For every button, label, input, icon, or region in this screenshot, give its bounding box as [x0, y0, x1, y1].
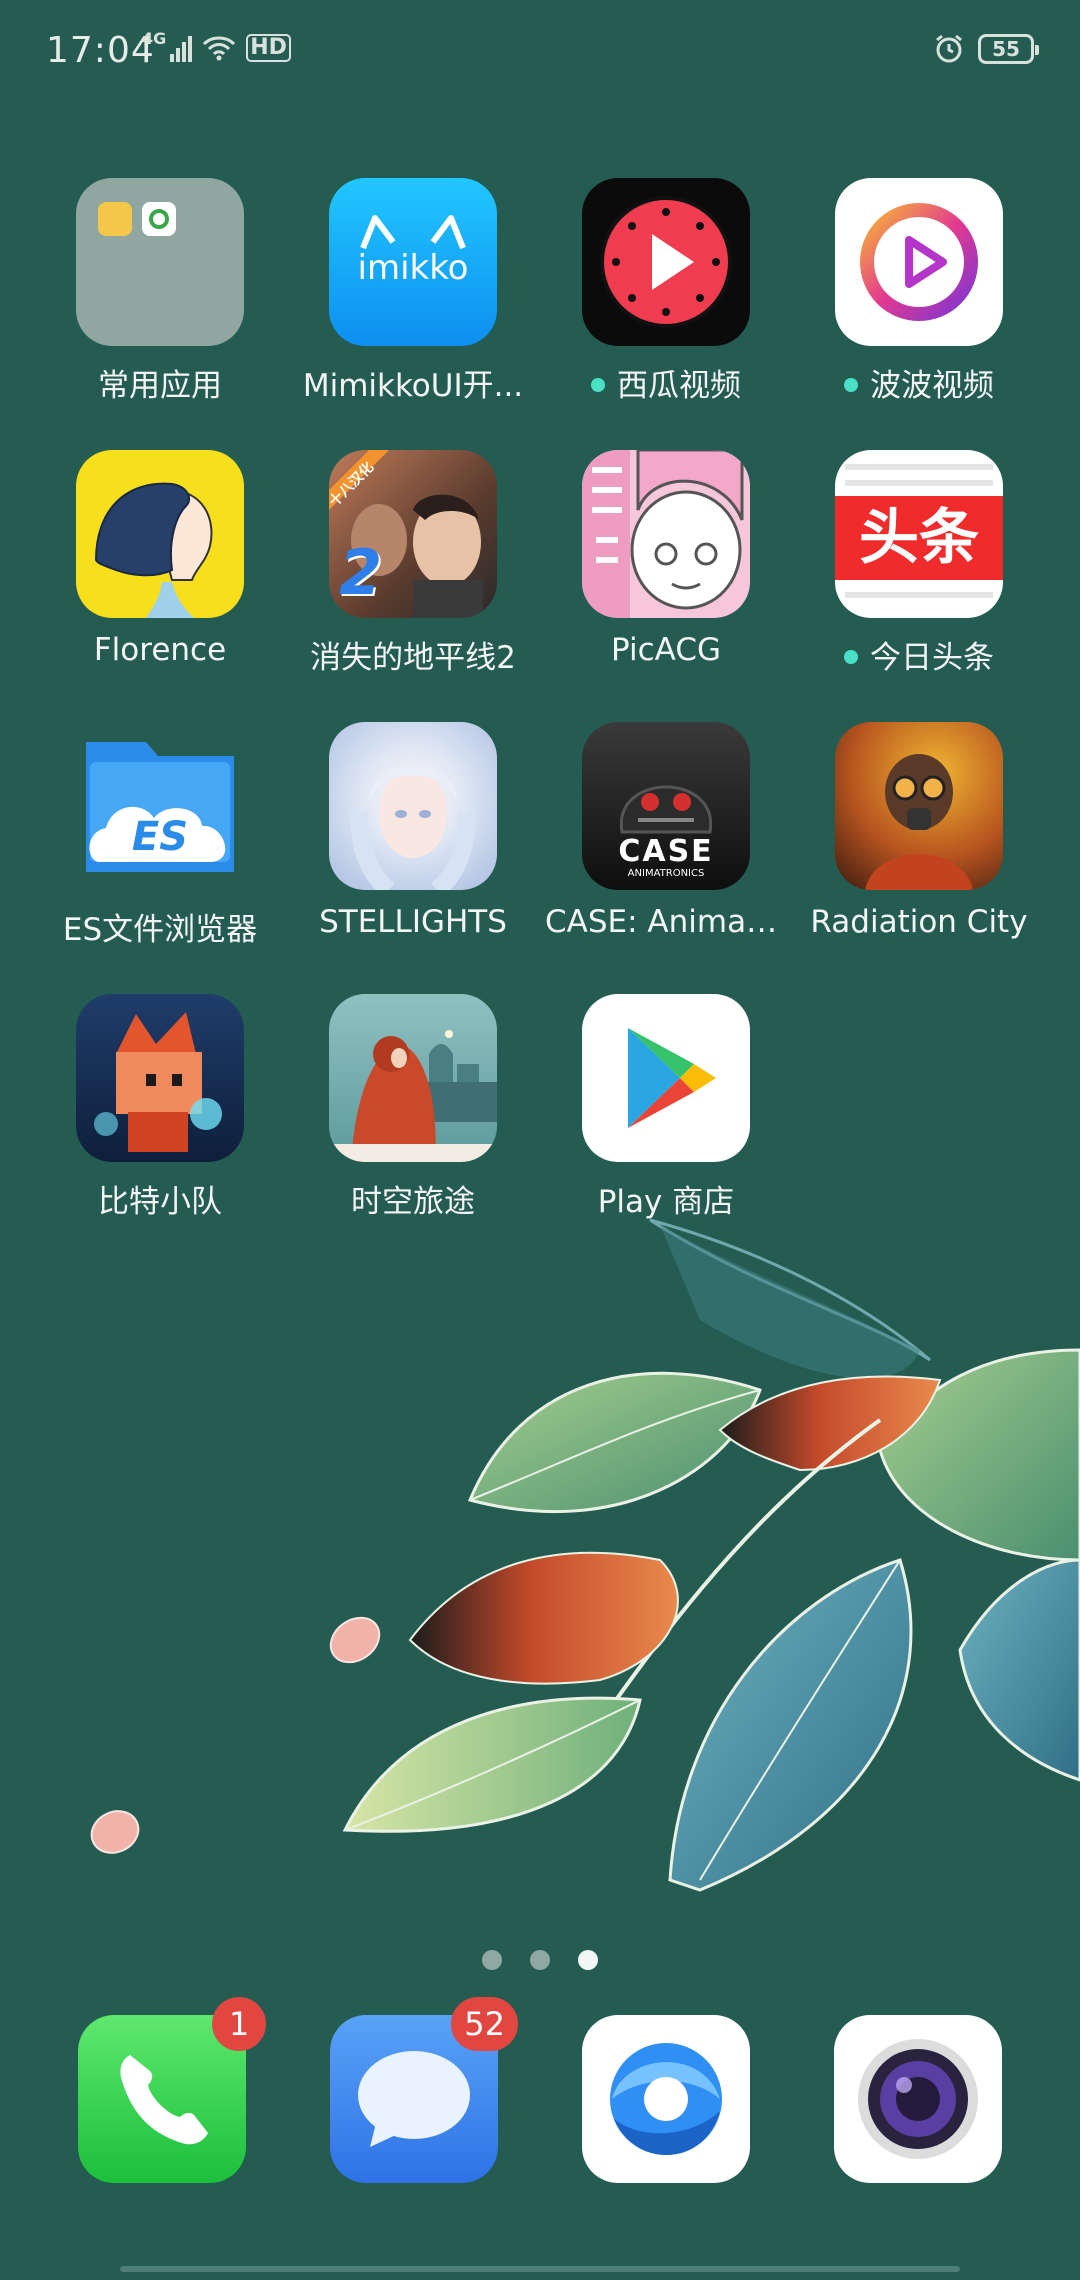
- app-bobo-video[interactable]: 波波视频: [794, 178, 1044, 405]
- mimikko-icon: imikko: [329, 178, 497, 346]
- app-case-animatronics[interactable]: CASE ANIMATRONICS CASE: Animatr...: [541, 722, 791, 940]
- app-label: Florence: [93, 632, 227, 668]
- app-mimikko[interactable]: imikko MimikkoUI开...: [288, 178, 538, 405]
- unread-messages-badge: 52: [451, 1997, 518, 2051]
- toutiao-logo-text: 头条: [859, 503, 979, 573]
- gesture-navigation-bar[interactable]: [120, 2266, 960, 2272]
- app-bit-squad[interactable]: 比特小队: [35, 994, 285, 1221]
- battery-level: 55: [992, 37, 1020, 61]
- app-radiation-city[interactable]: Radiation City: [794, 722, 1044, 940]
- page-indicator: [0, 1950, 1080, 1970]
- page-dot-2[interactable]: [530, 1950, 550, 1970]
- page-dot-3-active[interactable]: [578, 1950, 598, 1970]
- network-type-icon: 4G: [142, 28, 167, 48]
- app-label: 时空旅途: [351, 1184, 475, 1220]
- app-label-text: 波波视频: [870, 368, 994, 404]
- lost-horizon-2-icon: 十八汉化 2: [329, 450, 497, 618]
- app-common-apps-folder[interactable]: 常用应用: [35, 178, 285, 405]
- play-store-icon: [582, 994, 750, 1162]
- app-label: 消失的地平线2: [310, 640, 516, 676]
- app-label: Radiation City: [810, 904, 1028, 940]
- folder-icon: [76, 178, 244, 346]
- app-stellights[interactable]: STELLIGHTS: [288, 722, 538, 940]
- app-label: MimikkoUI开...: [302, 368, 524, 404]
- time-journey-icon: [329, 994, 497, 1162]
- case-animatronics-icon: CASE ANIMATRONICS: [582, 722, 750, 890]
- hd-icon: HD: [246, 34, 291, 62]
- mimikko-logo-text: imikko: [357, 248, 469, 288]
- lost-horizon-number: 2: [339, 536, 383, 609]
- case-logo-subtext: ANIMATRONICS: [627, 868, 705, 879]
- dock-camera[interactable]: [834, 2015, 1002, 2183]
- app-picacg[interactable]: PicACG: [541, 450, 791, 668]
- app-toutiao[interactable]: 头条 今日头条: [794, 450, 1044, 677]
- case-logo-text: CASE: [618, 834, 714, 869]
- status-bar: 17:04 4G HD 55: [0, 0, 1080, 110]
- status-icons-left: 4G HD: [142, 29, 291, 62]
- wifi-icon: [203, 36, 236, 61]
- alarm-icon: [936, 34, 962, 63]
- app-label: PicACG: [611, 632, 721, 668]
- bit-squad-icon: [76, 994, 244, 1162]
- app-label-text: 西瓜视频: [617, 368, 741, 404]
- es-file-explorer-icon: ES: [76, 722, 244, 890]
- new-install-dot: [591, 377, 605, 392]
- dock-phone[interactable]: 1: [78, 1997, 266, 2183]
- missed-calls-badge: 1: [212, 1997, 266, 2051]
- battery-icon: 55: [978, 34, 1039, 64]
- app-time-journey[interactable]: 时空旅途: [288, 994, 538, 1221]
- radiation-city-icon: [835, 722, 1003, 890]
- stellights-icon: [329, 722, 497, 890]
- app-label: CASE: Animatr...: [545, 904, 791, 940]
- bobo-video-icon: [835, 178, 1003, 346]
- dock-messages[interactable]: 52: [330, 1997, 518, 2183]
- status-time: 17:04: [46, 30, 155, 71]
- app-xigua-video[interactable]: 西瓜视频: [541, 178, 791, 405]
- app-label: 今日头条: [794, 632, 1044, 677]
- app-label: Play 商店: [597, 1184, 735, 1220]
- xigua-video-icon: [582, 178, 750, 346]
- page-dot-1[interactable]: [482, 1950, 502, 1970]
- app-lost-horizon-2[interactable]: 十八汉化 2 消失的地平线2: [288, 450, 538, 677]
- dock-browser[interactable]: [582, 2015, 750, 2183]
- app-label-text: 今日头条: [870, 640, 994, 676]
- toutiao-icon: 头条: [835, 450, 1003, 618]
- app-label: ES文件浏览器: [62, 912, 258, 948]
- app-label: STELLIGHTS: [319, 904, 507, 940]
- new-install-dot: [844, 649, 858, 664]
- app-label: 西瓜视频: [541, 360, 791, 405]
- app-label: 比特小队: [98, 1184, 222, 1220]
- app-es-file-explorer[interactable]: ES ES文件浏览器: [35, 722, 285, 949]
- picacg-icon: [582, 450, 750, 618]
- camera-icon: [834, 2015, 1002, 2183]
- es-logo-text: ES: [131, 814, 189, 860]
- app-label: 常用应用: [98, 368, 222, 404]
- florence-icon: [76, 450, 244, 618]
- new-install-dot: [844, 377, 858, 392]
- app-florence[interactable]: Florence: [35, 450, 285, 668]
- status-icons-right: 55: [934, 34, 1039, 64]
- browser-icon: [582, 2015, 750, 2183]
- app-play-store[interactable]: Play 商店: [541, 994, 791, 1221]
- app-label: 波波视频: [794, 360, 1044, 405]
- signal-icon: [170, 36, 193, 62]
